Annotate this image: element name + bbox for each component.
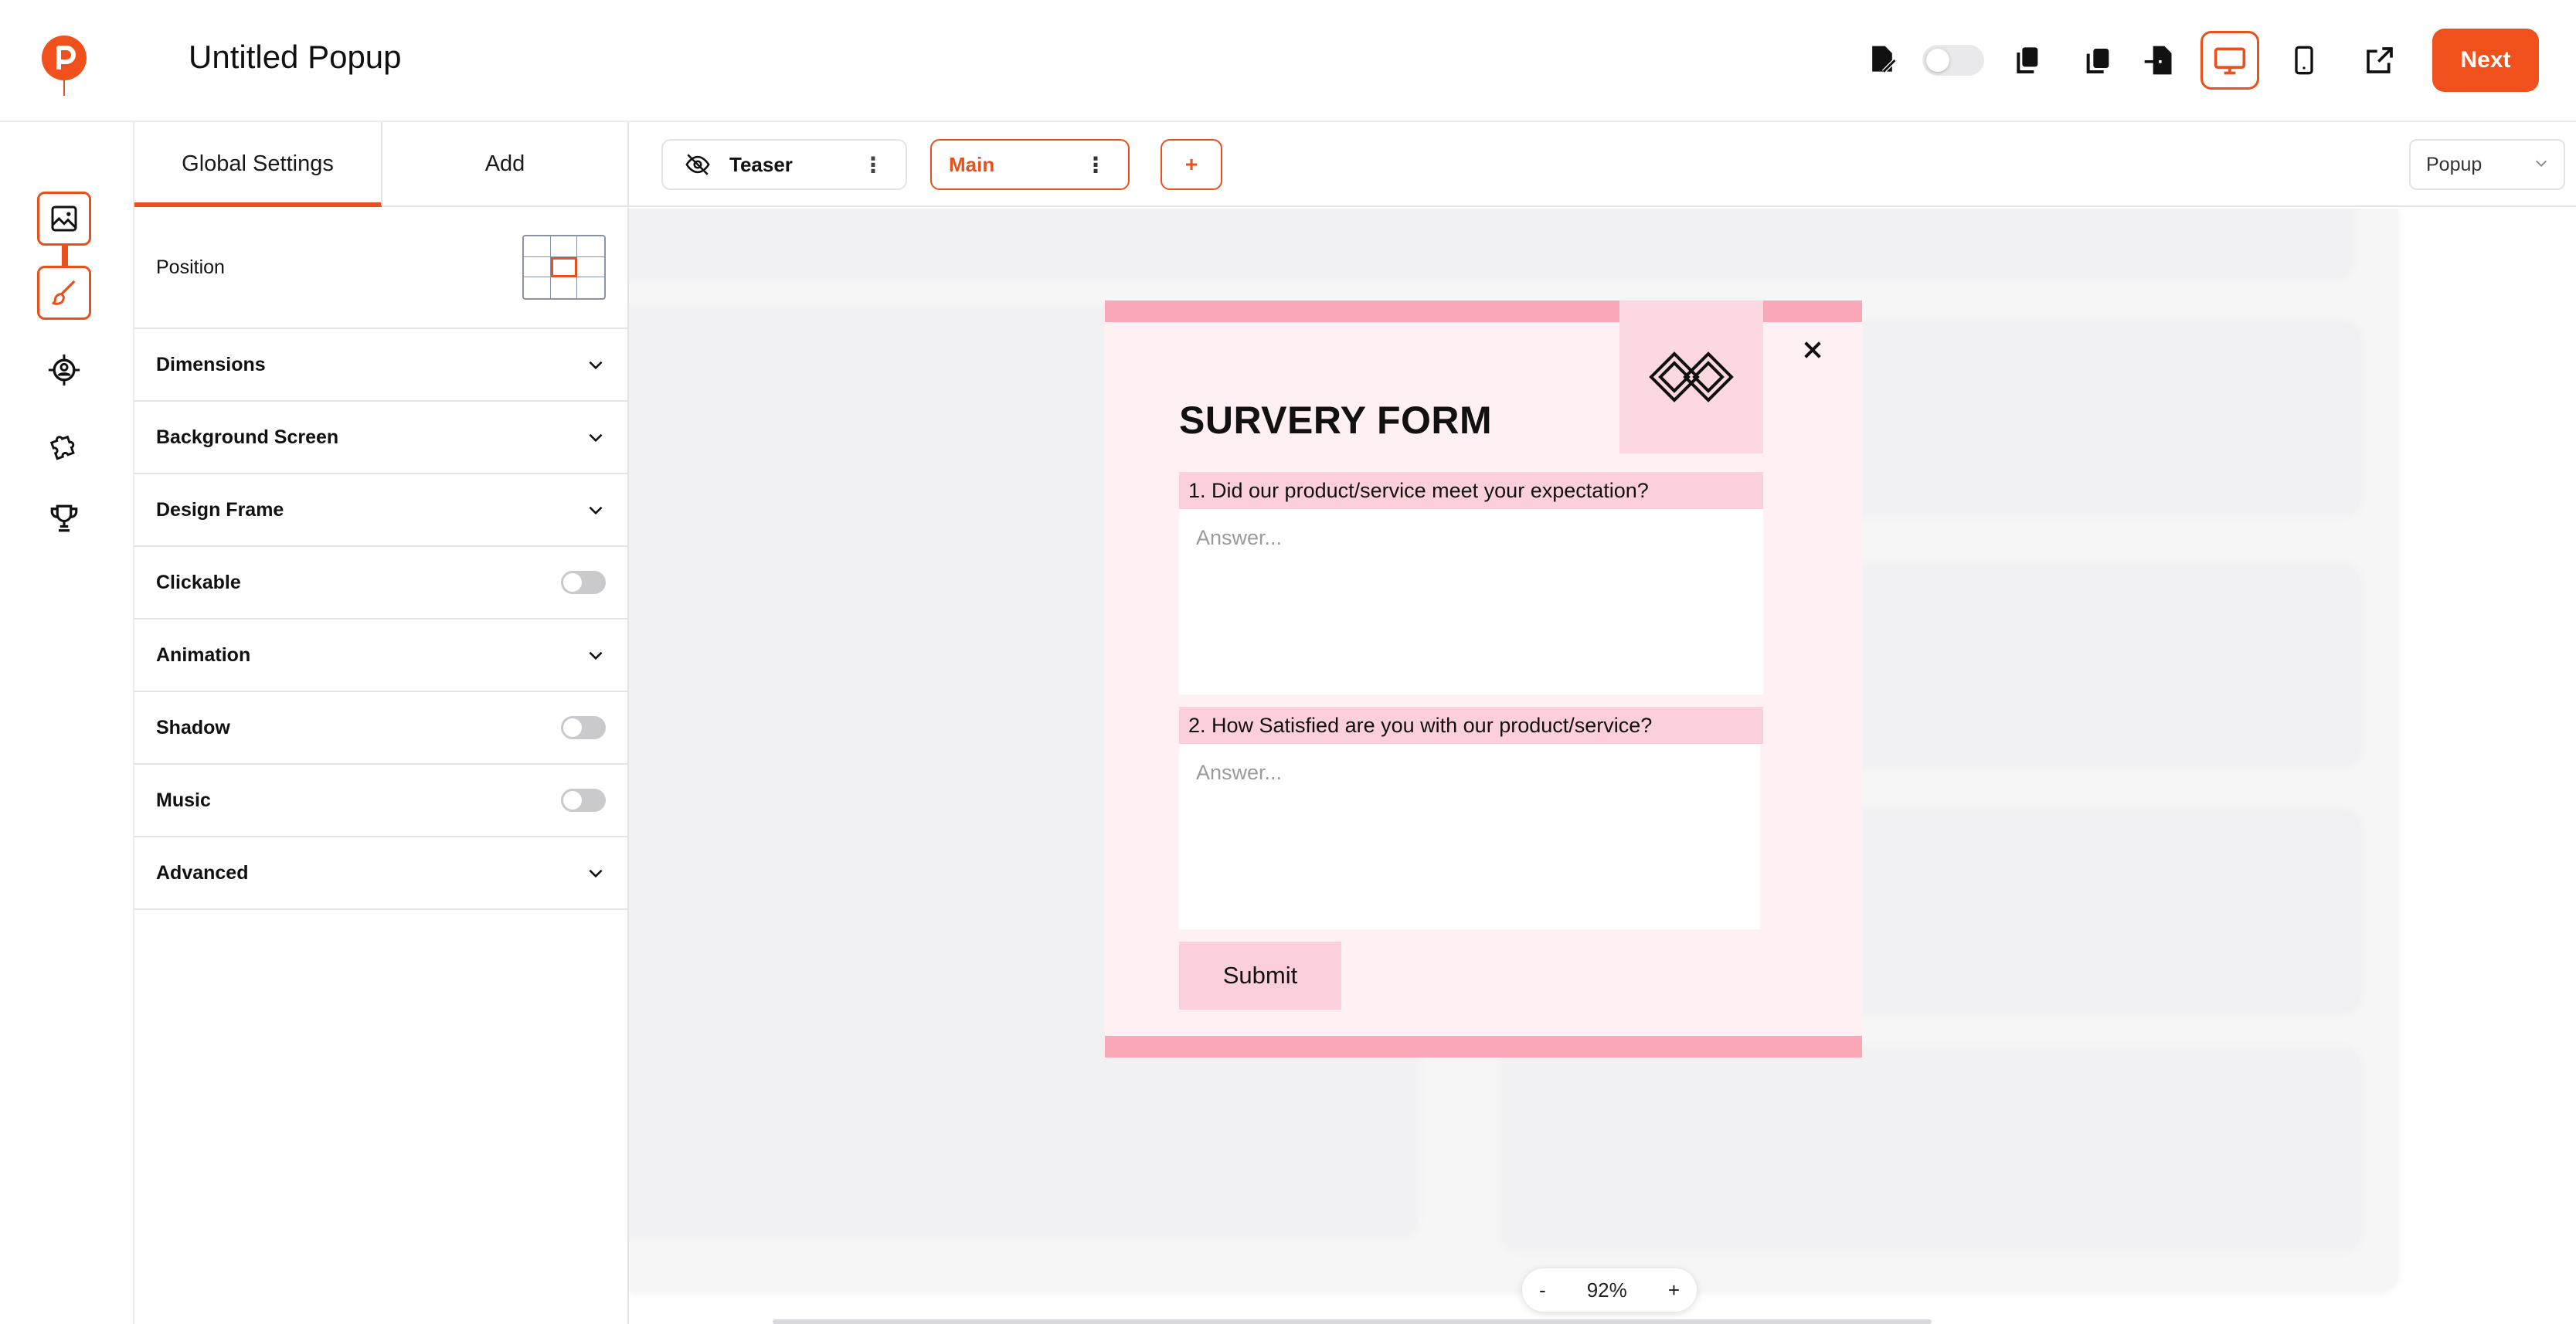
duplicate-icon[interactable] [2069, 31, 2128, 90]
background-screen-row[interactable]: Background Screen [134, 402, 627, 474]
brush-icon[interactable] [37, 266, 91, 320]
page-tab-label: Main [949, 152, 995, 176]
position-label: Position [156, 256, 225, 278]
copy-icon[interactable] [1998, 31, 2057, 90]
panel-tabs: Global Settings Add [134, 122, 627, 207]
display-type-value: Popup [2426, 153, 2483, 175]
tab-global-settings[interactable]: Global Settings [134, 122, 382, 207]
clickable-toggle[interactable] [561, 571, 606, 594]
page-tab-main[interactable]: Main ⋮ [930, 139, 1130, 190]
display-type-select[interactable]: Popup [2409, 139, 2565, 190]
position-row: Position [134, 207, 627, 329]
puzzle-icon[interactable] [37, 417, 91, 471]
chevron-down-icon [589, 651, 603, 660]
horizontal-scrollbar[interactable] [773, 1319, 1932, 1324]
ghost-block [1502, 1049, 2360, 1250]
question-2-label: 2. How Satisfied are you with our produc… [1179, 707, 1763, 744]
animation-label: Animation [156, 643, 251, 666]
image-icon[interactable] [37, 192, 91, 246]
infinity-diamond-icon [1649, 351, 1734, 402]
popup-bottom-band [1105, 1036, 1862, 1058]
import-icon[interactable] [2129, 31, 2188, 90]
chevron-down-icon [589, 869, 603, 878]
more-vertical-icon[interactable]: ⋮ [862, 154, 884, 176]
shadow-toggle[interactable] [561, 716, 606, 739]
music-label: Music [156, 789, 211, 811]
chevron-down-icon [2535, 160, 2547, 167]
advanced-label: Advanced [156, 861, 249, 884]
popup-logo[interactable] [1619, 300, 1763, 453]
clickable-row: Clickable [134, 547, 627, 620]
tab-add[interactable]: Add [381, 122, 627, 205]
chevron-down-icon [589, 506, 603, 515]
next-button[interactable]: Next [2432, 29, 2539, 92]
zoom-in-button[interactable]: + [1668, 1278, 1680, 1302]
close-icon[interactable] [1800, 338, 1825, 362]
zoom-out-button[interactable]: - [1539, 1278, 1546, 1302]
zoom-level: 92% [1586, 1278, 1627, 1302]
settings-panel: Global Settings Add Position Dimensions … [134, 122, 629, 1324]
position-grid-picker[interactable] [522, 235, 606, 300]
clickable-label: Clickable [156, 571, 241, 593]
music-toggle[interactable] [561, 789, 606, 812]
more-vertical-icon[interactable]: ⋮ [1085, 154, 1106, 176]
preview-toggle[interactable] [1922, 45, 1984, 76]
advanced-row[interactable]: Advanced [134, 837, 627, 910]
external-link-icon[interactable] [2350, 31, 2409, 90]
zoom-control: - 92% + [1522, 1268, 1697, 1312]
target-icon[interactable] [37, 343, 91, 397]
design-frame-label: Design Frame [156, 498, 284, 521]
question-1-label: 1. Did our product/service meet your exp… [1179, 472, 1763, 509]
page-tab-teaser[interactable]: Teaser ⋮ [661, 139, 907, 190]
shadow-label: Shadow [156, 716, 230, 738]
survey-popup[interactable]: SURVERY FORM 1. Did our product/service … [1105, 300, 1862, 1058]
popup-title[interactable]: Untitled Popup [189, 39, 402, 76]
ghost-block [629, 209, 2352, 278]
survey-title: SURVERY FORM [1179, 399, 1493, 442]
app-logo-icon[interactable] [40, 34, 88, 99]
answer-1-textarea[interactable]: Answer... [1179, 509, 1763, 694]
background-screen-label: Background Screen [156, 426, 339, 448]
left-rail [0, 122, 134, 1324]
design-frame-row[interactable]: Design Frame [134, 474, 627, 547]
dimensions-label: Dimensions [156, 353, 266, 375]
mobile-view-icon[interactable] [2275, 31, 2333, 90]
shadow-row: Shadow [134, 692, 627, 765]
page-tabs-bar: Teaser ⋮ Main ⋮ + Popup [629, 122, 2576, 207]
chevron-down-icon [589, 361, 603, 370]
animation-row[interactable]: Animation [134, 620, 627, 692]
desktop-view-icon[interactable] [2200, 31, 2259, 90]
music-row: Music [134, 765, 627, 837]
edit-document-icon[interactable] [1853, 31, 1912, 90]
dimensions-row[interactable]: Dimensions [134, 329, 627, 402]
top-bar: Untitled Popup Next [0, 0, 2576, 122]
submit-button[interactable]: Submit [1179, 942, 1341, 1010]
rail-connector [62, 246, 68, 266]
answer-2-textarea[interactable]: Answer... [1179, 744, 1760, 929]
page-tab-label: Teaser [729, 152, 793, 176]
eye-off-icon[interactable] [685, 151, 711, 178]
trophy-icon[interactable] [37, 491, 91, 545]
chevron-down-icon [589, 433, 603, 443]
add-page-button[interactable]: + [1161, 139, 1222, 190]
